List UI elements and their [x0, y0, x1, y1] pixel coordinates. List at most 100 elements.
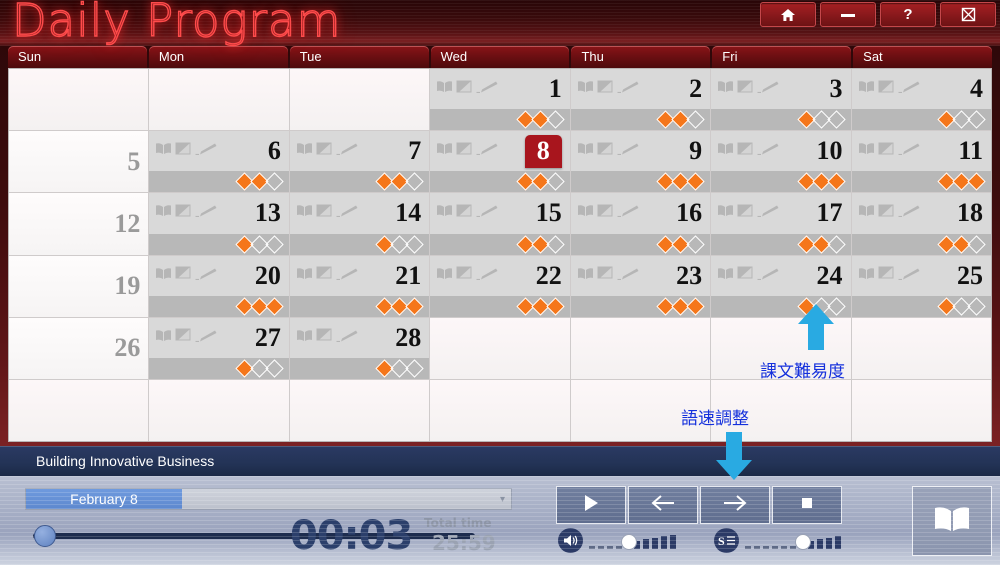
slider-handle[interactable] [621, 533, 637, 550]
difficulty-meter[interactable] [289, 233, 430, 255]
volume-slider[interactable] [558, 528, 676, 553]
home-button[interactable] [760, 2, 816, 27]
pencil-icon [898, 267, 920, 285]
day-number: 14 [395, 198, 422, 228]
book-icon [858, 204, 875, 222]
difficulty-meter[interactable] [430, 109, 570, 131]
calendar-cell-16[interactable]: 16 [570, 193, 712, 255]
stop-button[interactable] [772, 486, 842, 524]
calendar-cell-26[interactable]: 26 [9, 317, 150, 379]
calendar-cell-14[interactable]: 14 [289, 193, 431, 255]
calendar-cell-17[interactable]: 17 [711, 193, 852, 255]
calendar-cell-empty [289, 69, 431, 131]
calendar-cell-12[interactable]: 12 [9, 193, 150, 255]
play-button[interactable] [556, 486, 626, 524]
difficulty-diamond [545, 234, 565, 254]
difficulty-meter[interactable] [289, 295, 430, 317]
cell-icons [577, 266, 639, 285]
book-icon [296, 204, 313, 222]
calendar-cell-25[interactable]: 25 [851, 255, 991, 317]
cell-top: 11 [852, 131, 991, 171]
difficulty-meter[interactable] [430, 171, 570, 193]
difficulty-meter[interactable] [149, 233, 289, 255]
calendar-cell-23[interactable]: 23 [570, 255, 712, 317]
seek-handle[interactable] [33, 525, 56, 547]
difficulty-meter[interactable] [149, 171, 289, 193]
calendar-cell-2[interactable]: 2 [570, 69, 712, 131]
speed-bars[interactable] [745, 533, 841, 550]
calendar-cell-10[interactable]: 10 [711, 131, 852, 193]
date-select[interactable]: February 8 ▾ [25, 488, 512, 510]
day-number: 15 [535, 198, 562, 228]
pencil-icon [757, 267, 779, 285]
calendar-cell-11[interactable]: 11 [851, 131, 991, 193]
pencil-icon [898, 204, 920, 222]
cell-icons [436, 80, 498, 99]
previous-button[interactable] [628, 486, 698, 524]
volume-bars[interactable] [589, 533, 676, 550]
open-book-button[interactable] [912, 486, 992, 556]
calendar-cell-1[interactable]: 1 [430, 69, 571, 131]
difficulty-meter[interactable] [711, 171, 851, 193]
calendar-cell-5[interactable]: 5 [9, 131, 150, 193]
calendar-cell-9[interactable]: 9 [570, 131, 712, 193]
pencil-icon [195, 329, 217, 347]
calendar-cell-6[interactable]: 6 [149, 131, 290, 193]
calendar-grid: 1 2 3 4 5 6 7 8 9 10 11 12 13 14 15 16 17 18 19 20 21 22 23 24 2… [8, 68, 992, 442]
calendar-cell-4[interactable]: 4 [851, 69, 991, 131]
difficulty-meter[interactable] [570, 109, 711, 131]
calendar-cell-15[interactable]: 15 [430, 193, 571, 255]
difficulty-meter[interactable] [711, 233, 851, 255]
difficulty-meter[interactable] [430, 295, 570, 317]
difficulty-meter[interactable] [570, 295, 711, 317]
speed-s-icon: S [714, 528, 739, 553]
difficulty-meter[interactable] [711, 109, 851, 131]
difficulty-meter[interactable] [851, 295, 991, 317]
slider-step [652, 537, 658, 549]
minimize-button[interactable] [820, 2, 876, 27]
calendar-cell-20[interactable]: 20 [149, 255, 290, 317]
difficulty-meter[interactable] [149, 357, 289, 379]
calendar-cell-18[interactable]: 18 [851, 193, 991, 255]
total-time-label: Total time [424, 516, 492, 530]
pencil-icon [336, 267, 358, 285]
difficulty-diamond [265, 359, 284, 378]
calendar-cell-21[interactable]: 21 [289, 255, 431, 317]
difficulty-meter[interactable] [851, 109, 991, 131]
difficulty-meter[interactable] [570, 233, 711, 255]
calendar-cell-22[interactable]: 22 [430, 255, 571, 317]
difficulty-meter[interactable] [289, 171, 430, 193]
difficulty-meter[interactable] [149, 295, 289, 317]
help-button[interactable]: ? [880, 2, 936, 27]
day-number: 22 [535, 260, 562, 290]
slider-step [772, 545, 778, 549]
difficulty-meter[interactable] [851, 171, 991, 193]
cell-top: 26 [9, 318, 148, 379]
book-icon [296, 142, 313, 160]
calendar-cell-3[interactable]: 3 [711, 69, 852, 131]
cell-top: 14 [290, 193, 429, 233]
calendar-cell-13[interactable]: 13 [149, 193, 290, 255]
pencil-icon [476, 80, 498, 98]
window-controls: ? [760, 2, 996, 27]
calendar-week-row: 5 6 7 8 9 10 11 [9, 131, 991, 194]
calendar-cell-8[interactable]: 8 [430, 131, 571, 193]
lesson-title: Building Innovative Business [0, 446, 1000, 476]
close-button[interactable] [940, 2, 996, 27]
image-icon [316, 142, 333, 161]
calendar-cell-7[interactable]: 7 [289, 131, 431, 193]
difficulty-meter[interactable] [430, 233, 570, 255]
speed-slider[interactable]: S [714, 528, 841, 553]
difficulty-meter[interactable] [851, 233, 991, 255]
calendar-cell-19[interactable]: 19 [9, 255, 150, 317]
slider-step [589, 545, 595, 549]
calendar-cell-28[interactable]: 28 [289, 317, 431, 379]
slider-handle[interactable] [795, 533, 811, 550]
book-icon [577, 267, 594, 285]
next-button[interactable] [700, 486, 770, 524]
difficulty-meter[interactable] [289, 357, 430, 379]
difficulty-meter[interactable] [570, 171, 711, 193]
slider-step [826, 537, 832, 549]
calendar-cell-27[interactable]: 27 [149, 317, 290, 379]
cell-top: 28 [290, 318, 429, 358]
